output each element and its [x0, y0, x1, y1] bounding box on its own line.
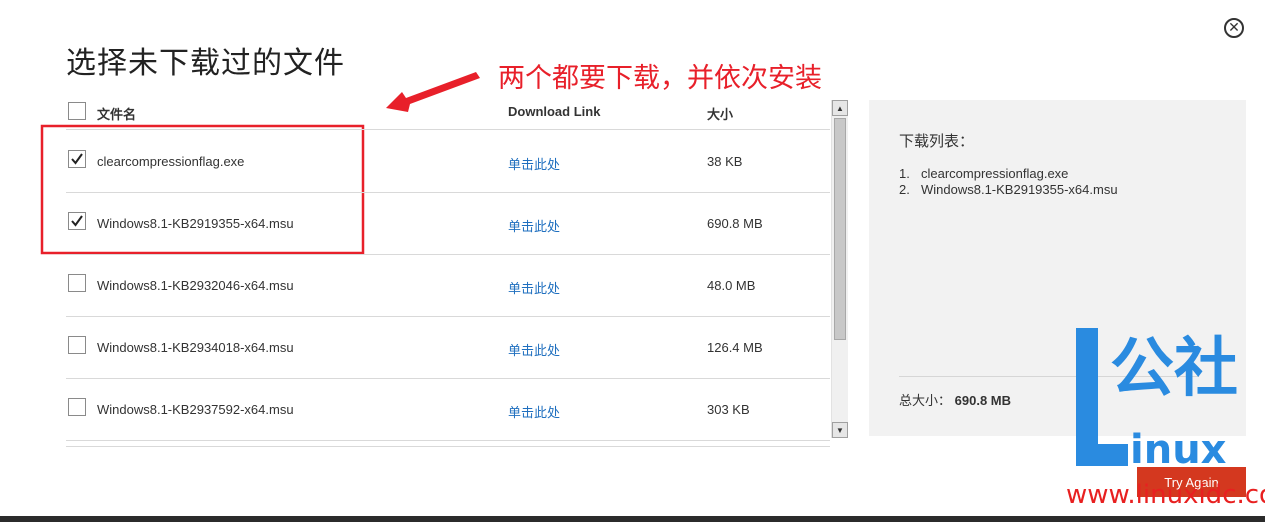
- table-bottom-divider: [66, 446, 830, 447]
- row-checkbox[interactable]: [68, 336, 86, 354]
- row-download-link[interactable]: 单击此处: [508, 154, 560, 173]
- row-checkbox[interactable]: [68, 212, 86, 230]
- file-table: 文件名 Download Link 大小 clearcompressionfla…: [66, 96, 830, 446]
- row-filename: Windows8.1-KB2919355-x64.msu: [97, 216, 294, 231]
- table-row: Windows8.1-KB2937592-x64.msu 单击此处 303 KB: [66, 378, 830, 441]
- row-checkbox[interactable]: [68, 398, 86, 416]
- row-size: 690.8 MB: [707, 216, 763, 231]
- row-size: 48.0 MB: [707, 278, 756, 293]
- total-size: 总大小： 690.8 MB: [899, 390, 1011, 409]
- row-download-link[interactable]: 单击此处: [508, 402, 560, 421]
- row-filename: clearcompressionflag.exe: [97, 154, 245, 169]
- table-row: clearcompressionflag.exe 单击此处 38 KB: [66, 130, 830, 193]
- row-size: 38 KB: [707, 154, 743, 169]
- select-all-checkbox[interactable]: [68, 102, 86, 120]
- scrollbar-thumb[interactable]: [834, 118, 846, 340]
- row-filename: Windows8.1-KB2934018-x64.msu: [97, 340, 294, 355]
- row-size: 303 KB: [707, 402, 750, 417]
- header-filename: 文件名: [97, 107, 137, 122]
- bottom-bar: [0, 516, 1265, 522]
- checkmark-icon: [71, 153, 83, 165]
- row-checkbox[interactable]: [68, 150, 86, 168]
- close-icon: ✕: [1228, 20, 1240, 36]
- list-item: 2. Windows8.1-KB2919355-x64.msu: [899, 182, 1118, 197]
- list-item: 1. clearcompressionflag.exe: [899, 166, 1069, 181]
- row-download-link[interactable]: 单击此处: [508, 278, 560, 297]
- total-size-label: 总大小：: [899, 393, 952, 408]
- table-row: Windows8.1-KB2934018-x64.msu 单击此处 126.4 …: [66, 316, 830, 379]
- row-filename: Windows8.1-KB2932046-x64.msu: [97, 278, 294, 293]
- watermark-inux: inux: [1130, 427, 1227, 473]
- row-filename: Windows8.1-KB2937592-x64.msu: [97, 402, 294, 417]
- table-header: 文件名 Download Link 大小: [66, 96, 830, 130]
- watermark-url: www.linuxidc.com: [1066, 480, 1265, 510]
- scroll-down-arrow-icon[interactable]: ▼: [832, 422, 848, 438]
- table-row: Windows8.1-KB2932046-x64.msu 单击此处 48.0 M…: [66, 254, 830, 317]
- checkmark-icon: [71, 215, 83, 227]
- download-list-title: 下载列表：: [899, 133, 975, 150]
- download-list: 1. clearcompressionflag.exe 2. Windows8.1-…: [899, 166, 1118, 198]
- total-size-value: 690.8 MB: [954, 393, 1012, 408]
- row-download-link[interactable]: 单击此处: [508, 216, 560, 235]
- header-download-link: Download Link: [508, 104, 601, 119]
- row-checkbox[interactable]: [68, 274, 86, 292]
- row-download-link[interactable]: 单击此处: [508, 340, 560, 359]
- close-button[interactable]: ✕: [1224, 18, 1244, 38]
- annotation-text: 两个都要下载，并依次安装: [498, 63, 822, 94]
- table-row: Windows8.1-KB2919355-x64.msu 单击此处 690.8 …: [66, 192, 830, 255]
- watermark-logo: 公社 inux: [1072, 328, 1262, 473]
- scroll-up-arrow-icon[interactable]: ▲: [832, 100, 848, 116]
- dialog-title: 选择未下载过的文件: [66, 46, 345, 81]
- row-size: 126.4 MB: [707, 340, 763, 355]
- watermark-l-horizontal: [1076, 444, 1128, 466]
- header-size: 大小: [707, 107, 734, 122]
- watermark-brand: 公社: [1110, 332, 1238, 406]
- table-scrollbar[interactable]: ▲ ▼: [831, 100, 848, 438]
